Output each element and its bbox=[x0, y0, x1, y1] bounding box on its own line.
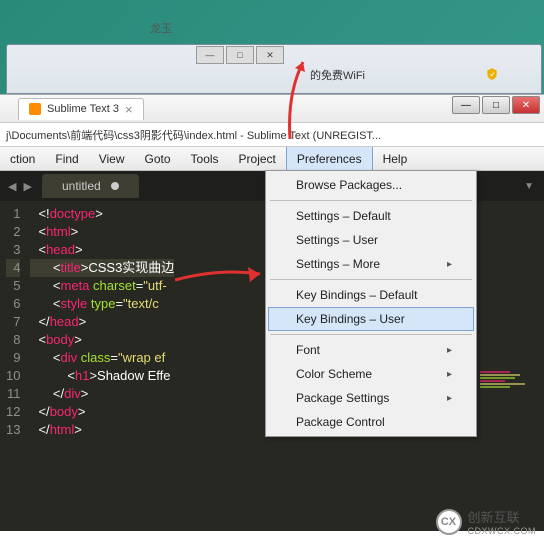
bg-close-button[interactable]: ✕ bbox=[256, 46, 284, 64]
watermark-url: CDXWCX.COM bbox=[468, 526, 537, 536]
code-lines[interactable]: <!doctype><html><head> <title>CSS3实现曲边 <… bbox=[30, 201, 174, 443]
minimap[interactable] bbox=[480, 371, 540, 411]
bg-minimize-button[interactable]: — bbox=[196, 46, 224, 64]
menu-option[interactable]: Settings – Default bbox=[268, 204, 474, 228]
menu-item-find[interactable]: Find bbox=[45, 147, 88, 170]
sublime-icon bbox=[29, 103, 41, 115]
tab-dropdown-icon[interactable]: ▼ bbox=[524, 181, 534, 192]
minimize-button[interactable]: — bbox=[452, 96, 480, 114]
menu-option[interactable]: Settings – User bbox=[268, 228, 474, 252]
menu-item-help[interactable]: Help bbox=[373, 147, 418, 170]
bg-window-controls: — □ ✕ bbox=[196, 46, 284, 64]
bg-maximize-button[interactable]: □ bbox=[226, 46, 254, 64]
menu-option[interactable]: Font bbox=[268, 338, 474, 362]
title-path: j\Documents\前端代码\css3阴影代码\index.html - S… bbox=[0, 123, 544, 147]
file-tab-label: untitled bbox=[62, 179, 101, 193]
menu-item-view[interactable]: View bbox=[89, 147, 135, 170]
menu-bar: ctionFindViewGotoToolsProjectPreferences… bbox=[0, 147, 544, 171]
bg-window-title: 龙玉 bbox=[150, 20, 172, 36]
menu-item-project[interactable]: Project bbox=[229, 147, 286, 170]
browser-tab[interactable]: Sublime Text 3 × bbox=[18, 98, 144, 120]
menu-item-tools[interactable]: Tools bbox=[181, 147, 229, 170]
menu-item-ction[interactable]: ction bbox=[0, 147, 45, 170]
close-button[interactable]: ✕ bbox=[512, 96, 540, 114]
watermark-logo: CX bbox=[436, 509, 462, 535]
nav-arrows-icon[interactable]: ◀ ▶ bbox=[8, 180, 34, 193]
maximize-button[interactable]: □ bbox=[482, 96, 510, 114]
shield-icon bbox=[485, 67, 499, 81]
menu-option[interactable]: Package Control bbox=[268, 410, 474, 434]
unsaved-dot-icon bbox=[111, 182, 119, 190]
tab-close-icon[interactable]: × bbox=[125, 102, 133, 117]
window-controls: — □ ✕ bbox=[450, 96, 540, 114]
menu-option[interactable]: Color Scheme bbox=[268, 362, 474, 386]
tab-label: Sublime Text 3 bbox=[47, 103, 119, 115]
watermark-name: 创新互联 bbox=[468, 507, 537, 526]
preferences-menu: Browse Packages...Settings – DefaultSett… bbox=[265, 170, 477, 437]
menu-item-goto[interactable]: Goto bbox=[135, 147, 181, 170]
menu-item-preferences[interactable]: Preferences bbox=[286, 147, 373, 170]
bg-address-text: 的免费WiFi bbox=[310, 67, 365, 83]
line-gutter: 12345678910111213 bbox=[0, 201, 30, 443]
menu-option[interactable]: Package Settings bbox=[268, 386, 474, 410]
menu-option[interactable]: Settings – More bbox=[268, 252, 474, 276]
menu-option[interactable]: Browse Packages... bbox=[268, 173, 474, 197]
file-tab[interactable]: untitled bbox=[42, 174, 139, 198]
menu-option[interactable]: Key Bindings – Default bbox=[268, 283, 474, 307]
watermark: CX 创新互联 CDXWCX.COM bbox=[436, 507, 537, 536]
menu-option[interactable]: Key Bindings – User bbox=[268, 307, 474, 331]
